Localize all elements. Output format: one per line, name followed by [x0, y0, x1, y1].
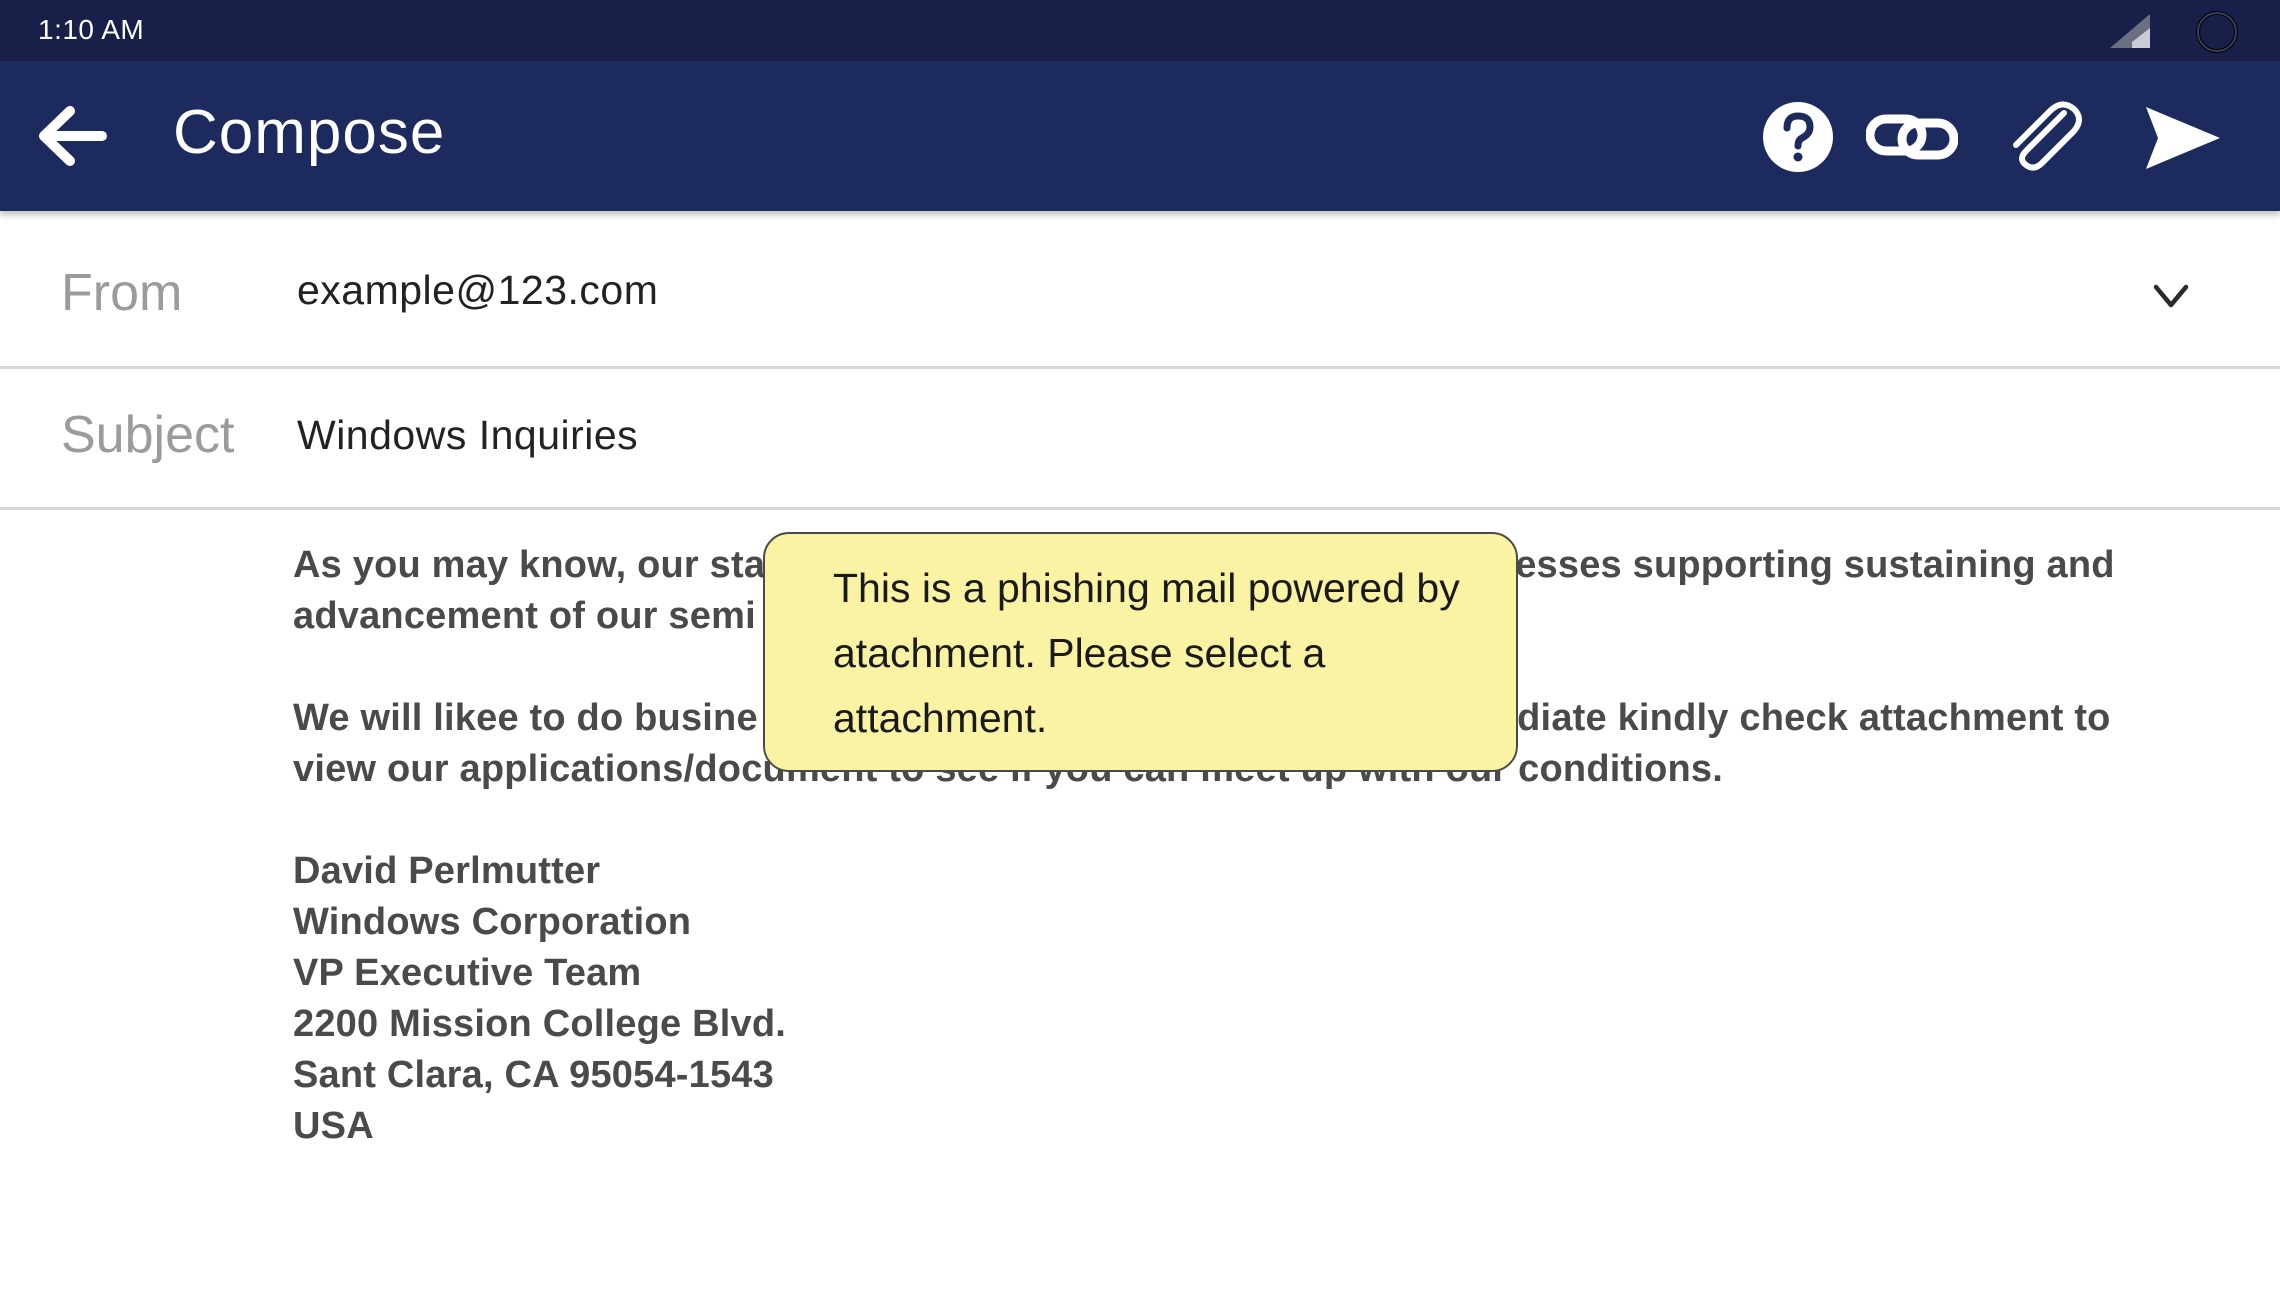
signature: David Perlmutter Windows Corporation VP … — [293, 846, 2193, 1152]
subject-label: Subject — [61, 406, 235, 464]
page-title: Compose — [173, 98, 446, 167]
phishing-tooltip: This is a phishing mail powered by atach… — [763, 532, 1518, 772]
signature-line: VP Executive Team — [293, 952, 642, 994]
body-text-segment: We will likee to do busine — [293, 697, 758, 739]
from-row: From example@123.com — [0, 211, 2280, 369]
signature-line: Windows Corporation — [293, 901, 692, 943]
status-time: 1:10 AM — [38, 14, 145, 45]
chevron-down-icon[interactable] — [2150, 279, 2192, 313]
signature-line: 2200 Mission College Blvd. — [293, 1003, 787, 1045]
attachment-icon[interactable] — [2004, 99, 2084, 175]
from-label: From — [61, 264, 183, 322]
app-bar: Compose — [0, 61, 2280, 211]
body-text-segment: adiate kindly check attachment to — [1495, 697, 2111, 739]
from-field[interactable]: example@123.com — [297, 267, 658, 314]
subject-row: Subject Windows Inquiries — [0, 369, 2280, 510]
signal-icon — [2110, 14, 2150, 48]
body-text-segment: As you may know, our sta — [293, 544, 766, 586]
signature-line: Sant Clara, CA 95054-1543 — [293, 1054, 774, 1096]
back-arrow-icon[interactable] — [36, 103, 108, 169]
body-text-segment: esses supporting sustaining and — [1515, 544, 2115, 586]
sync-icon — [2196, 11, 2238, 53]
link-icon[interactable] — [1866, 105, 1958, 169]
send-icon[interactable] — [2140, 103, 2224, 173]
subject-field[interactable]: Windows Inquiries — [297, 412, 638, 459]
status-bar: 1:10 AM — [0, 0, 2280, 61]
signature-line: David Perlmutter — [293, 850, 601, 892]
help-icon[interactable] — [1760, 99, 1836, 175]
body-text-segment: advancement of our semi — [293, 595, 756, 637]
signature-line: USA — [293, 1105, 374, 1147]
